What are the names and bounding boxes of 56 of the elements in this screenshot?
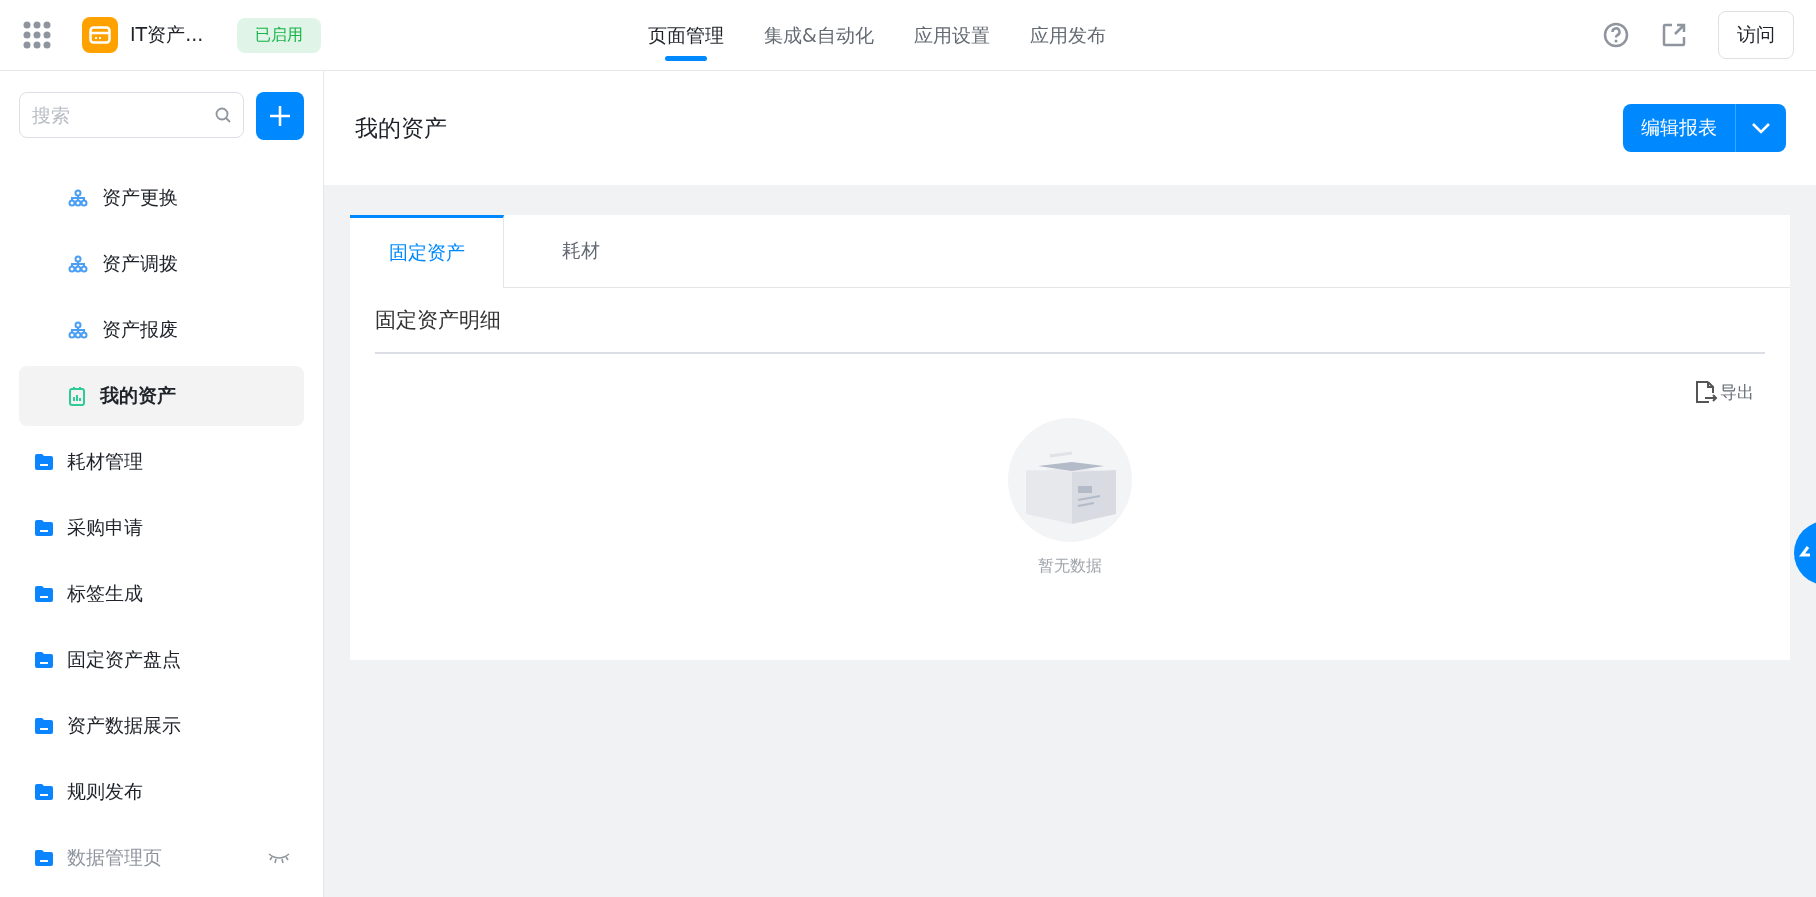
sidebar-item[interactable]: 资产数据展示	[19, 696, 304, 756]
nav-tab[interactable]: 应用发布	[1029, 0, 1106, 71]
eye-closed-icon	[268, 852, 290, 864]
item-label: 规则发布	[67, 779, 143, 804]
folder-icon	[35, 850, 53, 866]
sidebar-item[interactable]: 固定资产盘点	[19, 630, 304, 690]
folder-icon	[35, 586, 53, 602]
item-label: 数据管理页	[67, 845, 162, 870]
page-title: 我的资产	[355, 113, 447, 143]
sidebar-item[interactable]: 标签生成	[19, 564, 304, 624]
folder-icon	[35, 784, 53, 800]
item-label: 采购申请	[67, 515, 143, 540]
tab[interactable]: 耗材	[504, 215, 658, 287]
sidebar-item[interactable]: 资产更换	[19, 168, 304, 228]
item-label: 固定资产盘点	[67, 647, 181, 672]
item-label: 资产报废	[102, 317, 178, 342]
plus-icon	[268, 104, 292, 128]
nav-tab[interactable]: 页面管理	[648, 0, 724, 71]
hierarchy-icon	[68, 189, 88, 207]
sidebar-item[interactable]: 资产调拨	[19, 234, 304, 294]
item-label: 耗材管理	[67, 449, 143, 474]
folder-icon	[35, 454, 53, 470]
empty-text: 暂无数据	[1038, 556, 1102, 577]
floating-button[interactable]	[1794, 521, 1816, 585]
chart-icon	[68, 386, 86, 406]
folder-icon	[35, 520, 53, 536]
nav-tab[interactable]: 应用设置	[913, 0, 990, 71]
item-label: 资产数据展示	[67, 713, 181, 738]
sidebar-item[interactable]: 资产报废	[19, 300, 304, 360]
item-label: 资产调拨	[102, 251, 178, 276]
item-label: 资产更换	[102, 185, 178, 210]
sidebar-item[interactable]: 采购申请	[19, 498, 304, 558]
item-label: 标签生成	[67, 581, 143, 606]
hierarchy-icon	[68, 321, 88, 339]
search-icon	[214, 106, 232, 124]
external-link-icon[interactable]	[1660, 21, 1688, 49]
app-logo-icon	[82, 17, 118, 53]
status-badge: 已启用	[237, 17, 322, 53]
tab[interactable]: 固定资产	[350, 215, 504, 288]
apps-grid-icon[interactable]	[22, 20, 52, 50]
chevron-down-icon	[1751, 122, 1771, 134]
section-title: 固定资产明细	[375, 288, 1765, 354]
sidebar-item[interactable]: 我的资产	[19, 366, 304, 426]
visit-button[interactable]: 访问	[1718, 11, 1794, 59]
item-label: 我的资产	[100, 383, 176, 408]
add-button[interactable]	[256, 92, 304, 140]
hierarchy-icon	[68, 255, 88, 273]
folder-icon	[35, 652, 53, 668]
app-name: IT资产...	[130, 22, 204, 47]
help-icon[interactable]	[1602, 21, 1630, 49]
sidebar-item[interactable]: 规则发布	[19, 762, 304, 822]
nav-tab[interactable]: 集成&自动化	[764, 0, 874, 71]
sidebar-item[interactable]: 耗材管理	[19, 432, 304, 492]
folder-icon	[35, 718, 53, 734]
export-button[interactable]: 导出	[1686, 378, 1760, 406]
search-field[interactable]: 搜索	[19, 92, 244, 138]
